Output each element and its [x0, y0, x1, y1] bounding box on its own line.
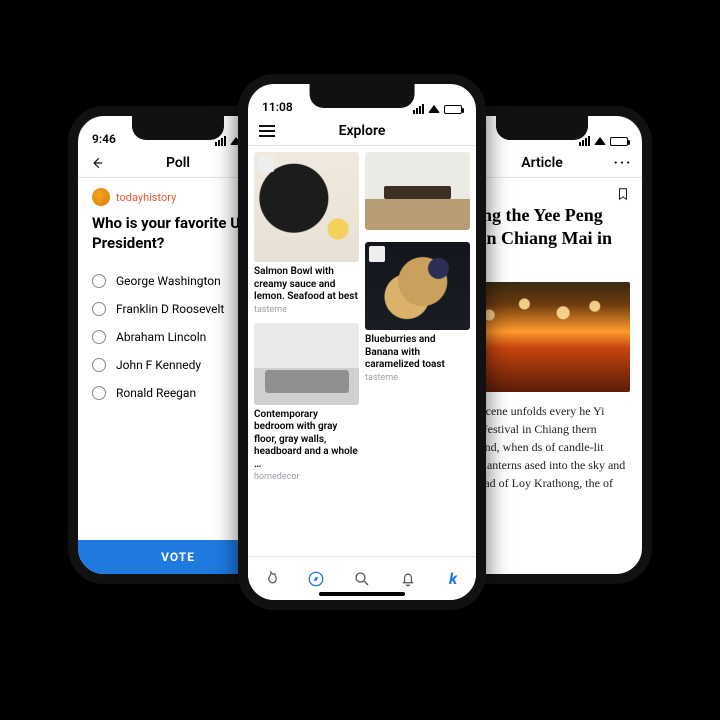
card-thumbnail — [254, 323, 359, 405]
grid-card[interactable] — [365, 152, 470, 230]
back-arrow-icon — [90, 156, 104, 170]
radio-icon — [92, 274, 106, 288]
status-time: 11:08 — [262, 100, 293, 114]
phone-explore: 11:08 Explore Salmon Bowl with creamy sa… — [238, 74, 486, 610]
notch — [496, 116, 588, 140]
wifi-icon — [594, 137, 606, 145]
grid-card[interactable]: Contemporary bedroom with gray floor, gr… — [254, 323, 359, 483]
option-label: John F Kennedy — [116, 358, 201, 372]
page-title: Article — [521, 155, 563, 171]
grid-card[interactable]: Salmon Bowl with creamy sauce and lemon.… — [254, 152, 359, 315]
radio-icon — [92, 330, 106, 344]
option-label: Franklin D Roosevelt — [116, 302, 224, 316]
tab-notifications[interactable] — [398, 569, 418, 589]
card-source: tasteme — [365, 373, 470, 383]
search-icon — [353, 570, 371, 588]
notch — [310, 84, 415, 108]
radio-icon — [92, 386, 106, 400]
tab-explore[interactable] — [306, 569, 326, 589]
tab-trending[interactable] — [261, 569, 281, 589]
status-icons — [579, 136, 628, 146]
radio-icon — [92, 302, 106, 316]
bookmark-icon — [616, 186, 630, 202]
signal-icon — [413, 104, 424, 114]
card-source: homedecor — [254, 472, 359, 482]
explore-grid[interactable]: Salmon Bowl with creamy sauce and lemon.… — [248, 146, 476, 556]
card-title: Contemporary bedroom with gray floor, gr… — [254, 409, 359, 472]
tab-profile[interactable]: k — [443, 569, 463, 589]
option-label: Ronald Reegan — [116, 386, 196, 400]
card-type-icon — [369, 246, 385, 262]
option-label: Abraham Lincoln — [116, 330, 206, 344]
bookmark-button[interactable] — [616, 186, 630, 202]
wifi-icon — [428, 105, 440, 113]
author-name: todayhistory — [116, 191, 176, 204]
card-type-icon — [258, 156, 274, 172]
battery-icon — [610, 137, 628, 146]
fire-icon — [262, 570, 280, 588]
home-indicator[interactable] — [319, 592, 405, 596]
bell-icon — [399, 570, 417, 588]
more-button[interactable]: ··· — [612, 152, 634, 174]
grid-card[interactable]: Blueburries and Banana with caramelized … — [365, 242, 470, 383]
hamburger-icon — [259, 125, 275, 137]
compass-icon — [307, 570, 325, 588]
option-label: George Washington — [116, 274, 221, 288]
tab-search[interactable] — [352, 569, 372, 589]
card-title: Blueburries and Banana with caramelized … — [365, 334, 470, 372]
avatar — [92, 188, 110, 206]
page-title: Explore — [339, 123, 386, 139]
status-icons — [413, 104, 462, 114]
title-bar: Explore — [248, 116, 476, 146]
radio-icon — [92, 358, 106, 372]
back-button[interactable] — [86, 152, 108, 174]
card-thumbnail — [365, 152, 470, 230]
notch — [132, 116, 224, 140]
card-title: Salmon Bowl with creamy sauce and lemon.… — [254, 266, 359, 304]
page-title: Poll — [166, 155, 190, 171]
menu-button[interactable] — [256, 120, 278, 142]
status-time: 9:46 — [92, 132, 116, 146]
battery-icon — [444, 105, 462, 114]
card-source: tasteme — [254, 305, 359, 315]
